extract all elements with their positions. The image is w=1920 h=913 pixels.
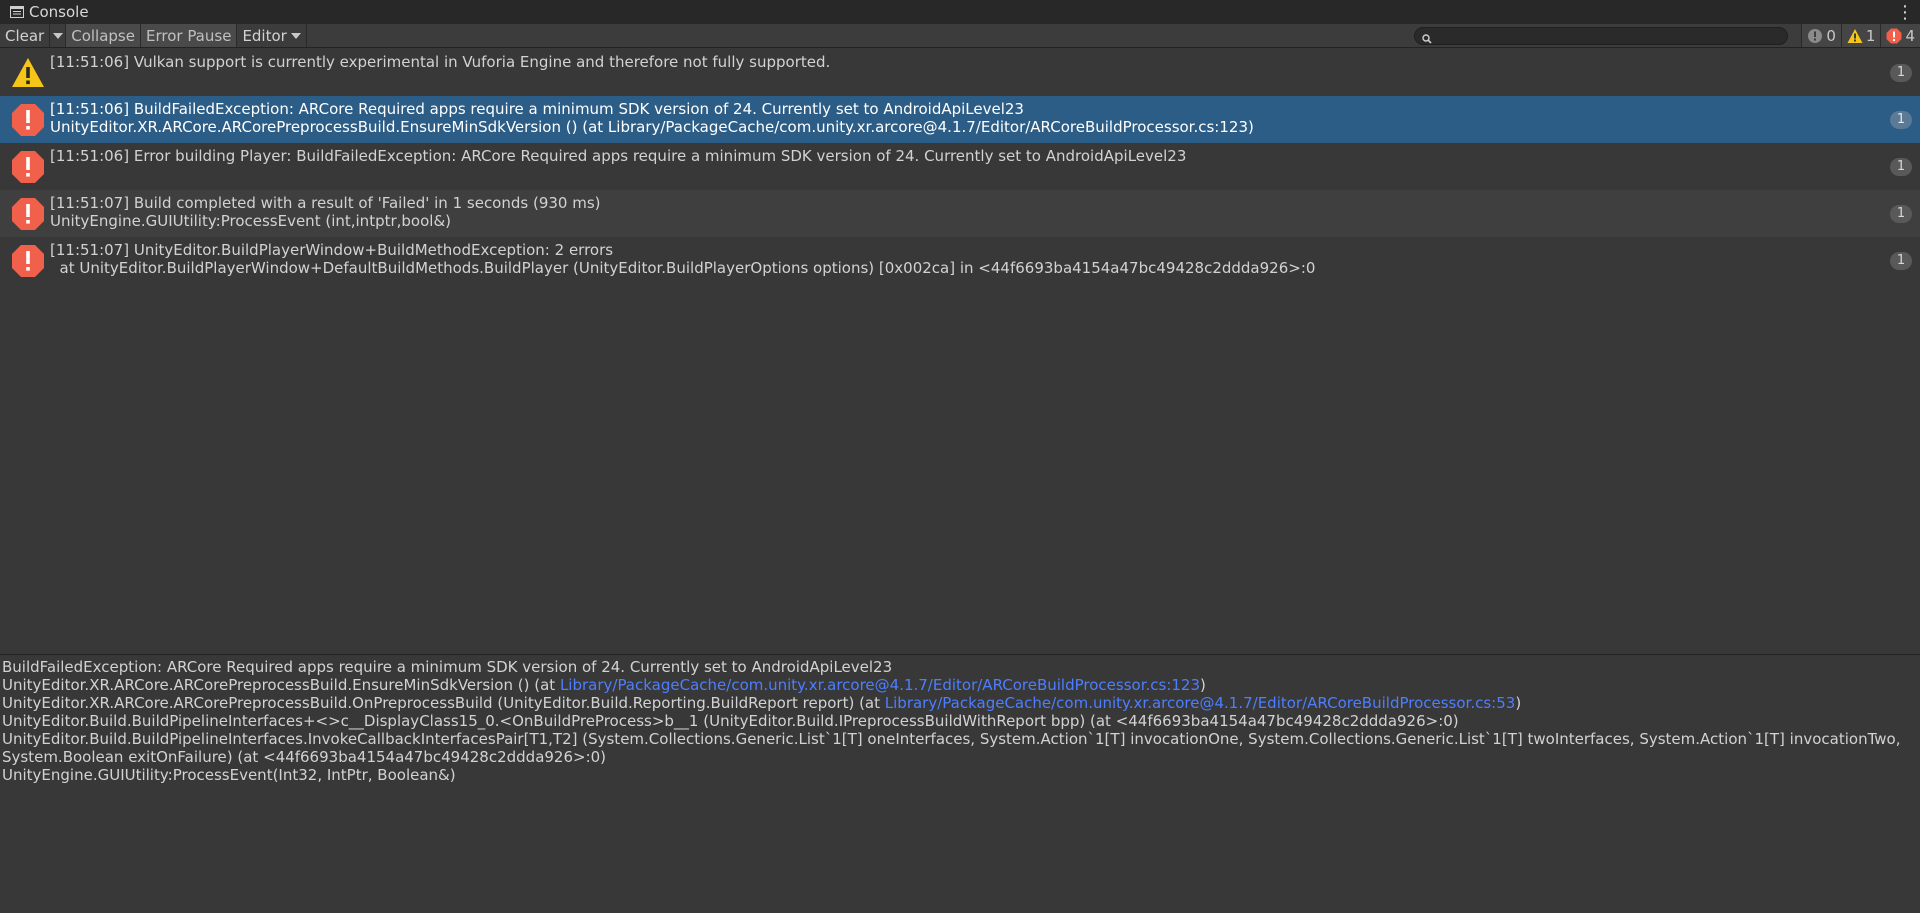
- stacktrace-line: UnityEditor.Build.BuildPipelineInterface…: [2, 730, 1901, 748]
- info-filter-toggle[interactable]: 0: [1801, 24, 1841, 47]
- log-line-2: UnityEngine.GUIUtility:ProcessEvent (int…: [50, 212, 452, 230]
- console-window: Console ⋮ Clear Collapse Error Pause Edi…: [0, 0, 1920, 913]
- log-count-badge: 1: [1890, 64, 1912, 82]
- clear-options-dropdown[interactable]: [50, 24, 67, 47]
- log-entry[interactable]: [11:51:06] Vulkan support is currently e…: [0, 49, 1920, 96]
- stacktrace-pane: BuildFailedException: ARCore Required ap…: [0, 655, 1920, 913]
- log-message: [11:51:07] UnityEditor.BuildPlayerWindow…: [50, 241, 1860, 277]
- error-icon: [12, 151, 44, 183]
- stacktrace-text: UnityEditor.XR.ARCore.ARCorePreprocessBu…: [2, 676, 560, 694]
- stacktrace-line: UnityEditor.XR.ARCore.ARCorePreprocessBu…: [2, 694, 1918, 712]
- stacktrace-line: BuildFailedException: ARCore Required ap…: [2, 658, 893, 676]
- log-count-badge: 1: [1890, 205, 1912, 223]
- info-count: 0: [1826, 26, 1836, 45]
- editor-target-dropdown[interactable]: Editor: [237, 24, 307, 47]
- log-entry-selected[interactable]: [11:51:06] BuildFailedException: ARCore …: [0, 96, 1920, 143]
- log-entry[interactable]: [11:51:06] Error building Player: BuildF…: [0, 143, 1920, 190]
- warning-count: 1: [1865, 26, 1876, 45]
- source-link[interactable]: Library/PackageCache/com.unity.xr.arcore…: [560, 676, 1200, 694]
- log-entry[interactable]: [11:51:07] Build completed with a result…: [0, 190, 1920, 237]
- log-message: [11:51:06] BuildFailedException: ARCore …: [50, 100, 1860, 136]
- error-filter-toggle[interactable]: 4: [1880, 24, 1920, 47]
- log-type-counters: 0 1 4: [1801, 24, 1920, 48]
- log-count-badge: 1: [1890, 158, 1912, 176]
- chevron-down-icon: [52, 32, 63, 39]
- stacktrace-line: UnityEngine.GUIUtility:ProcessEvent(Int3…: [2, 766, 456, 784]
- tab-title: Console: [29, 3, 89, 21]
- log-count-badge: 1: [1890, 111, 1912, 129]
- error-count: 4: [1905, 26, 1915, 45]
- search-icon: [1421, 30, 1433, 44]
- stacktrace-text: UnityEditor.XR.ARCore.ARCorePreprocessBu…: [2, 694, 885, 712]
- log-message: [11:51:06] Vulkan support is currently e…: [50, 53, 1860, 71]
- log-line-1: [11:51:06] BuildFailedException: ARCore …: [50, 100, 1024, 118]
- error-icon: [1886, 28, 1902, 43]
- log-line-1: [11:51:07] UnityEditor.BuildPlayerWindow…: [50, 241, 614, 259]
- log-entry[interactable]: [11:51:07] UnityEditor.BuildPlayerWindow…: [0, 237, 1920, 284]
- error-pause-toggle[interactable]: Error Pause: [140, 24, 238, 47]
- error-icon: [12, 198, 44, 230]
- source-link[interactable]: Library/PackageCache/com.unity.xr.arcore…: [885, 694, 1516, 712]
- search-field[interactable]: [1414, 27, 1788, 45]
- warning-filter-toggle[interactable]: 1: [1840, 24, 1881, 47]
- log-line-1: [11:51:06] Vulkan support is currently e…: [50, 53, 831, 71]
- editor-dropdown-label: Editor: [242, 26, 287, 45]
- more-options-icon[interactable]: ⋮: [1896, 0, 1914, 24]
- log-message: [11:51:06] Error building Player: BuildF…: [50, 147, 1860, 165]
- log-line-2: at UnityEditor.BuildPlayerWindow+Default…: [50, 259, 1316, 277]
- log-list: [11:51:06] Vulkan support is currently e…: [0, 49, 1920, 654]
- warning-icon: [12, 58, 44, 87]
- info-icon: [1808, 28, 1823, 43]
- tab-console[interactable]: Console: [0, 0, 99, 24]
- stacktrace-text: ): [1200, 676, 1206, 694]
- title-bar: Console ⋮: [0, 0, 1920, 24]
- log-line-2: UnityEditor.XR.ARCore.ARCorePreprocessBu…: [50, 118, 1254, 136]
- error-icon: [12, 245, 44, 277]
- warning-icon: [1847, 28, 1863, 43]
- log-line-1: [11:51:07] Build completed with a result…: [50, 194, 601, 212]
- log-line-1: [11:51:06] Error building Player: BuildF…: [50, 147, 1187, 165]
- clear-button[interactable]: Clear: [0, 24, 51, 47]
- error-icon: [12, 104, 44, 136]
- console-tab-icon: [10, 6, 24, 18]
- log-message: [11:51:07] Build completed with a result…: [50, 194, 1860, 230]
- search-input[interactable]: [1435, 28, 1780, 44]
- chevron-down-icon: [290, 32, 301, 39]
- stacktrace-line: UnityEditor.XR.ARCore.ARCorePreprocessBu…: [2, 676, 1918, 694]
- stacktrace-line: System.Boolean exitOnFailure) (at <44f66…: [2, 748, 607, 766]
- stacktrace-line: UnityEditor.Build.BuildPipelineInterface…: [2, 712, 1459, 730]
- collapse-toggle[interactable]: Collapse: [66, 24, 141, 47]
- log-count-badge: 1: [1890, 252, 1912, 270]
- stacktrace-text: ): [1515, 694, 1522, 712]
